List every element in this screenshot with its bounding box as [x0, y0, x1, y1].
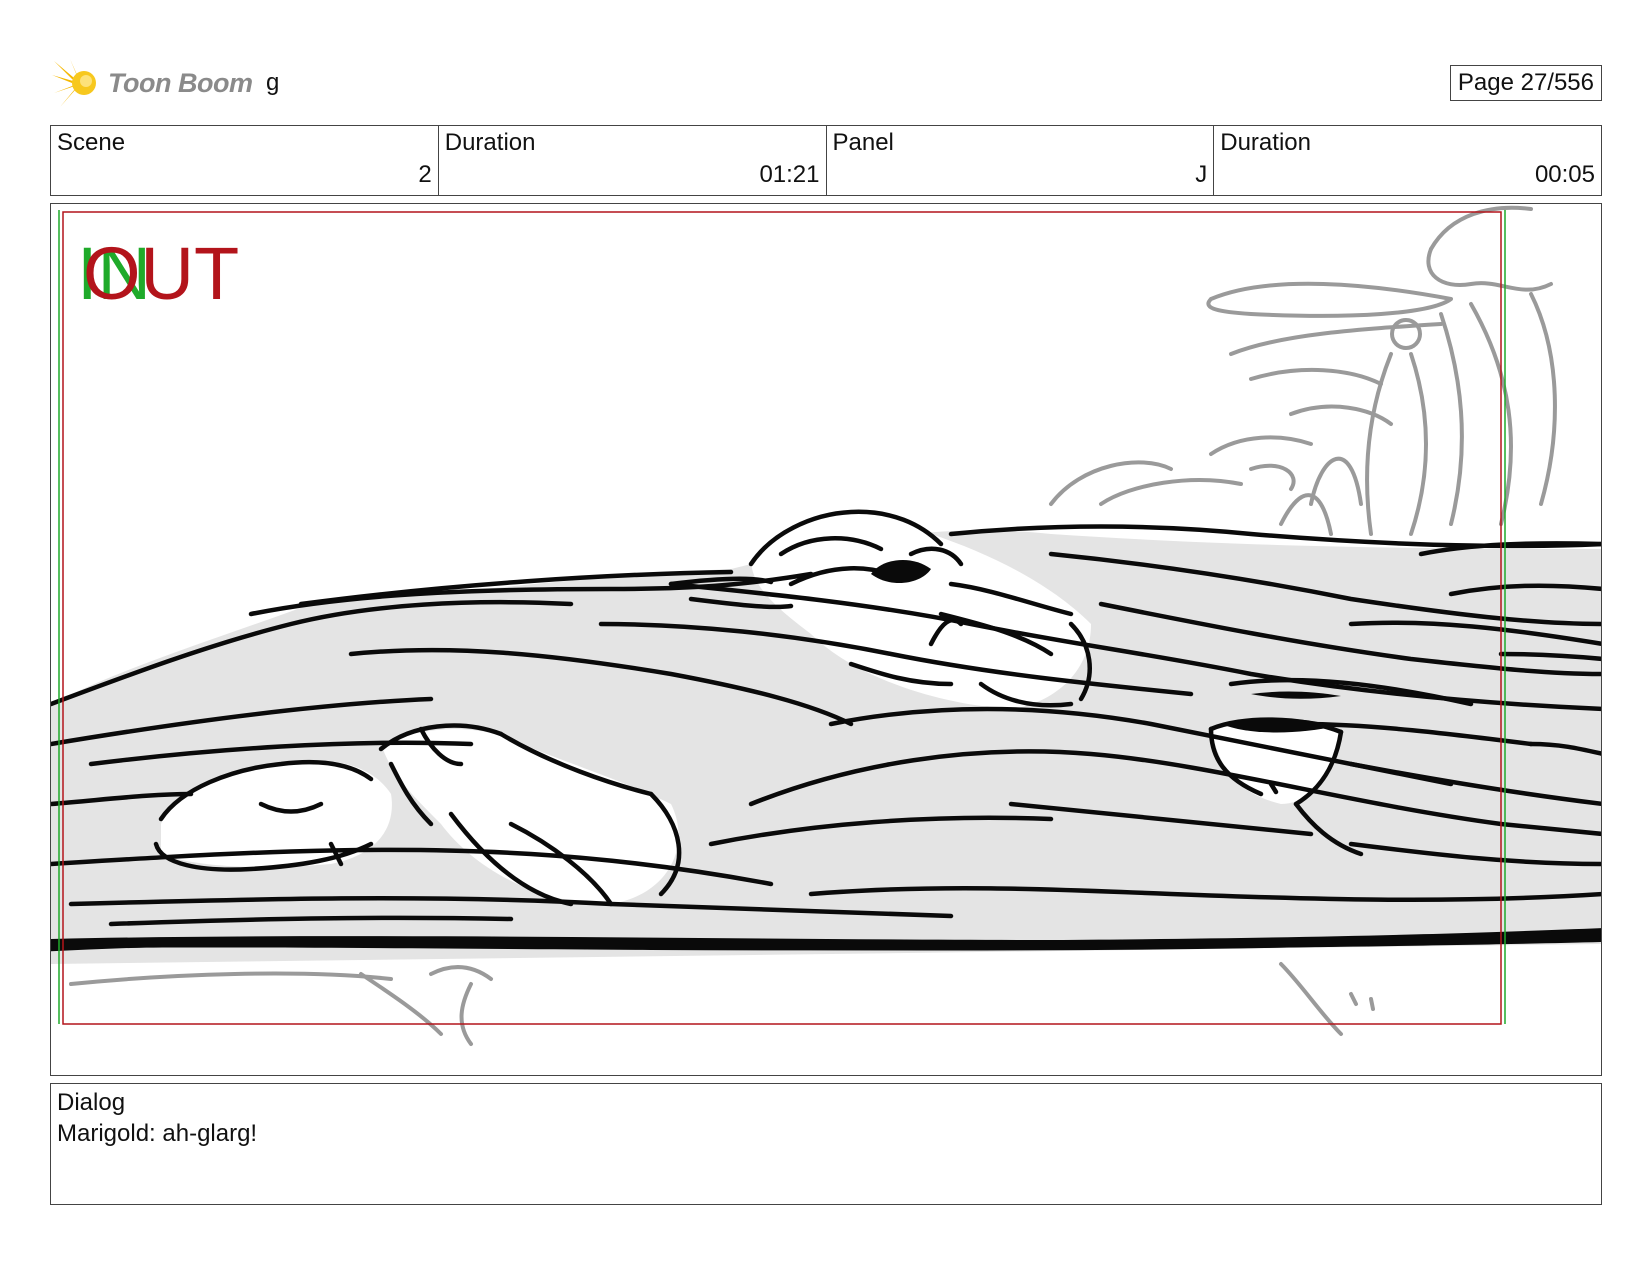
storyboard-panel: IN OUT [50, 203, 1602, 1076]
panel-cell: Panel J [827, 126, 1215, 195]
project-name: g [266, 69, 280, 96]
panel-duration-label: Duration [1220, 129, 1311, 156]
panel-info-row: Scene 2 Duration 01:21 Panel J Duration … [50, 125, 1602, 196]
page-indicator: Page 27/556 [1449, 65, 1602, 101]
scene-value: 2 [418, 161, 432, 188]
page-value: 27/556 [1520, 69, 1594, 96]
dialog-box: Dialog Marigold: ah-glarg! [50, 1083, 1602, 1205]
out-marker: OUT [83, 232, 240, 315]
toon-boom-logo: Toon Boom [50, 55, 253, 111]
scene-label: Scene [57, 129, 126, 156]
page-label: Page [1457, 69, 1514, 96]
panel-label: Panel [832, 129, 894, 156]
panel-value: J [1195, 161, 1208, 188]
dialog-text: Marigold: ah-glarg! [57, 1120, 258, 1147]
scene-cell: Scene 2 [51, 126, 439, 195]
panel-duration-value: 00:05 [1534, 161, 1595, 188]
panel-duration-cell: Duration 00:05 [1214, 126, 1601, 195]
scene-duration-value: 01:21 [759, 161, 820, 188]
dialog-label: Dialog [57, 1089, 126, 1116]
in-out-markers: IN OUT [77, 234, 277, 314]
panel-drawing [51, 205, 1601, 1046]
scene-duration-label: Duration [444, 129, 536, 156]
scene-duration-cell: Duration 01:21 [439, 126, 827, 195]
sun-burst-icon [52, 59, 96, 107]
storyboard-header: Toon Boom g Page 27/556 [50, 55, 1602, 115]
logo-text: Toon Boom [108, 67, 253, 98]
